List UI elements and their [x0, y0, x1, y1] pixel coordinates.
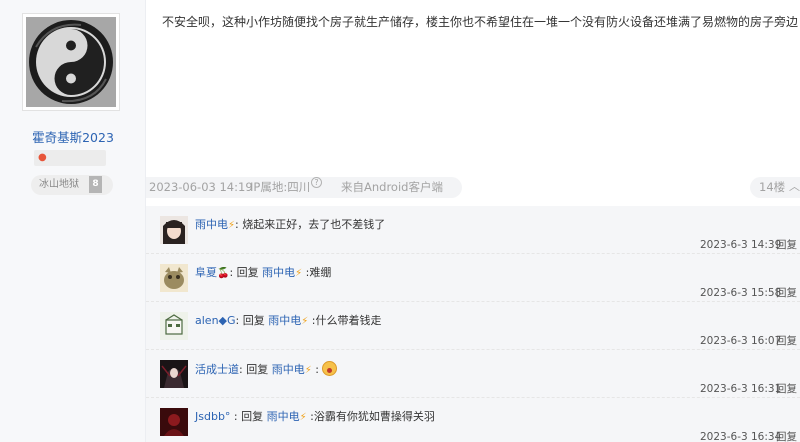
- comment-reply-prefix: : 回复: [235, 314, 269, 327]
- comment-text: :浴霸有你犹如曹操得关羽: [306, 410, 435, 423]
- post-meta-bar: 2023-06-03 14:19 IP属地:四川 ? 来自Android客户端: [146, 177, 462, 198]
- floor-number: 14楼: [759, 180, 786, 194]
- author-sidebar: 霍奇基斯2023 ● 冰山地狱 8: [0, 0, 146, 442]
- comment-text-line: 活成士道: 回复 雨中电⚡ :: [195, 361, 338, 379]
- floor-indicator[interactable]: 14楼 ︿: [750, 177, 800, 198]
- user-avatar[interactable]: [160, 408, 188, 436]
- comment-item: 阜夏🍒: 回复 雨中电⚡ :难绷 2023-6-3 15:58 回复: [146, 254, 800, 302]
- comment-item: alen◆G: 回复 雨中电⚡ :什么带着钱走 2023-6-3 16:07 回…: [146, 302, 800, 350]
- reply-target-user[interactable]: 雨中电: [268, 314, 301, 327]
- comment-text-line: 阜夏🍒: 回复 雨中电⚡ :难绷: [195, 265, 331, 282]
- user-avatar[interactable]: [160, 264, 188, 292]
- comment-text: : 烧起来正好，去了也不差钱了: [235, 218, 386, 231]
- level-name: 冰山地狱: [39, 179, 79, 190]
- comment-list: 雨中电⚡: 烧起来正好，去了也不差钱了 2023-6-3 14:39 回复 阜夏…: [146, 206, 800, 442]
- help-icon[interactable]: ?: [311, 177, 322, 188]
- reply-button[interactable]: 回复: [776, 382, 797, 396]
- comment-time: 2023-6-3 16:31: [700, 383, 782, 395]
- comment-text-line: 雨中电⚡: 烧起来正好，去了也不差钱了: [195, 217, 385, 234]
- post-date: 2023-06-03 14:19: [149, 180, 253, 194]
- user-avatar[interactable]: [160, 360, 188, 388]
- flame-icon: ●: [38, 152, 47, 163]
- cherry-icon: 🍒: [217, 268, 230, 279]
- comment-text-line: alen◆G: 回复 雨中电⚡ :什么带着钱走: [195, 313, 381, 330]
- comment-item: Jsdbb° : 回复 雨中电⚡ :浴霸有你犹如曹操得关羽 2023-6-3 1…: [146, 398, 800, 442]
- author-avatar[interactable]: [22, 13, 120, 111]
- post-content: 不安全呗，这种小作坊随便找个房子就生产储存，楼主你也不希望住在一堆一个没有防火设…: [162, 15, 798, 29]
- author-name[interactable]: 霍奇基斯2023: [0, 127, 146, 146]
- yin-yang-icon: [26, 17, 116, 107]
- comment-reply-prefix: : 回复: [230, 410, 267, 423]
- chevron-up-icon[interactable]: ︿: [789, 180, 800, 194]
- comment-text-line: Jsdbb° : 回复 雨中电⚡ :浴霸有你犹如曹操得关羽: [195, 409, 435, 426]
- level-badge[interactable]: 冰山地狱 8: [31, 175, 113, 195]
- post-source: 来自Android客户端: [341, 180, 443, 194]
- reply-target-user[interactable]: 雨中电: [267, 410, 300, 423]
- comment-item: 雨中电⚡: 烧起来正好，去了也不差钱了 2023-6-3 14:39 回复: [146, 206, 800, 254]
- comment-user[interactable]: 活成士道: [195, 363, 239, 376]
- reply-button[interactable]: 回复: [776, 286, 797, 300]
- surprised-emoji-icon: [322, 361, 338, 376]
- reply-target-user[interactable]: 雨中电: [272, 363, 305, 376]
- comment-time: 2023-6-3 16:07: [700, 335, 782, 347]
- reply-button[interactable]: 回复: [776, 430, 797, 442]
- comment-text: :难绷: [302, 266, 332, 279]
- comment-reply-prefix: : 回复: [239, 363, 272, 376]
- comment-reply-prefix: : 回复: [229, 266, 263, 279]
- reply-button[interactable]: 回复: [776, 238, 797, 252]
- comment-item: 活成士道: 回复 雨中电⚡ : 2023-6-3 16:31 回复: [146, 350, 800, 398]
- comment-text: :: [311, 363, 319, 376]
- comment-user[interactable]: 雨中电: [195, 218, 228, 231]
- comment-time: 2023-6-3 16:34: [700, 431, 782, 442]
- comment-text: :什么带着钱走: [308, 314, 382, 327]
- reply-target-user[interactable]: 雨中电: [262, 266, 295, 279]
- level-number: 8: [89, 176, 102, 193]
- user-avatar[interactable]: [160, 216, 188, 244]
- comment-user[interactable]: alen◆G: [195, 314, 236, 327]
- comment-user[interactable]: 阜夏: [195, 266, 217, 279]
- lightning-icon: ⚡: [228, 220, 236, 231]
- comment-time: 2023-6-3 15:58: [700, 287, 782, 299]
- user-avatar[interactable]: [160, 312, 188, 340]
- lightning-icon: ⚡: [304, 365, 312, 376]
- lightning-icon: ⚡: [299, 412, 307, 423]
- comment-user[interactable]: Jsdbb°: [195, 410, 230, 423]
- ip-location: IP属地:四川: [250, 180, 311, 194]
- comment-time: 2023-6-3 14:39: [700, 239, 782, 251]
- reply-button[interactable]: 回复: [776, 334, 797, 348]
- author-badge: ●: [34, 150, 106, 166]
